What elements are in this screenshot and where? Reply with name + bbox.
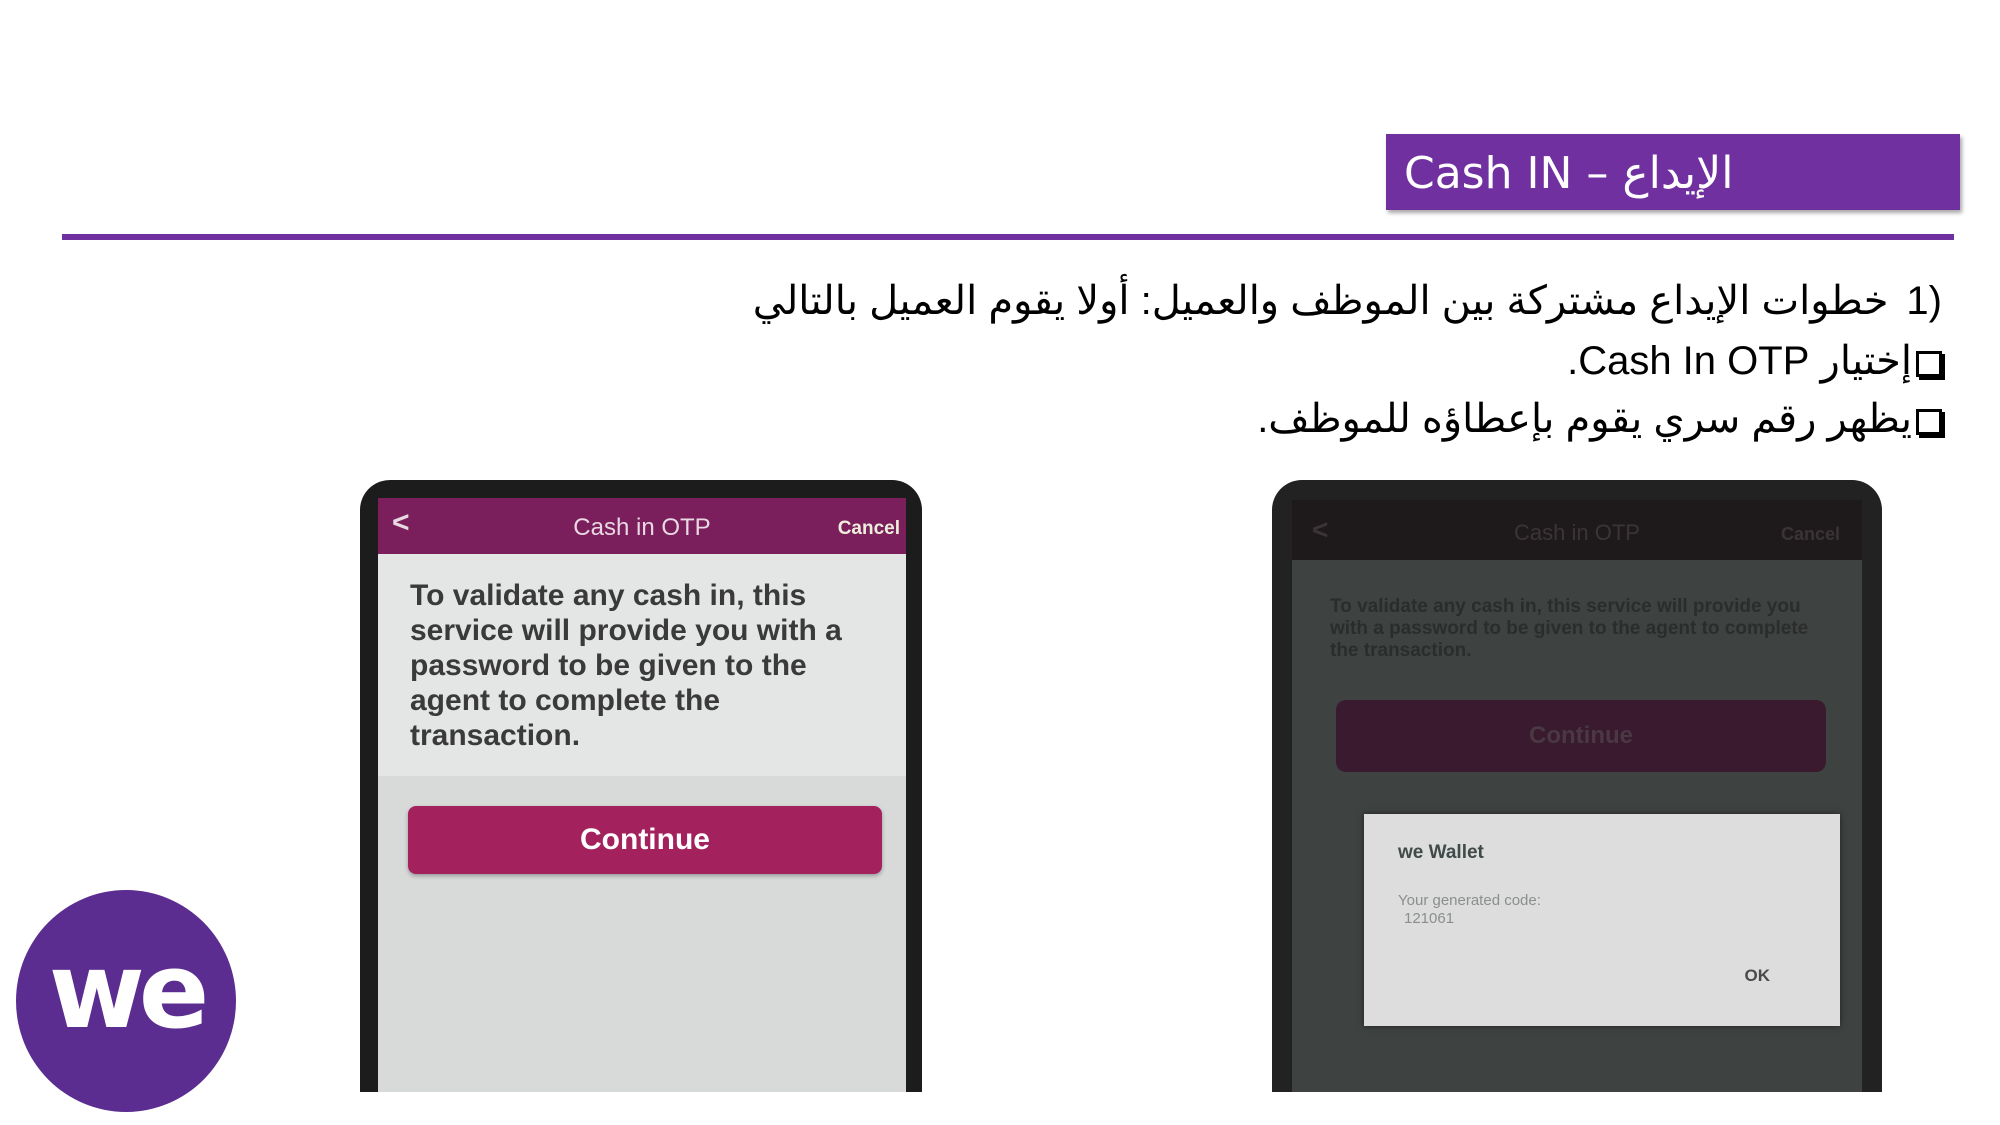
step-text: خطوات الإيداع مشتركة بين الموظف والعميل:… <box>752 279 1889 323</box>
generated-code: 121061 <box>1404 910 1455 927</box>
phone-screen-dimmed: < Cash in OTP Cancel To validate any cas… <box>1292 500 1862 1092</box>
cancel-button[interactable]: Cancel <box>1781 524 1840 545</box>
step-line: 1) خطوات الإيداع مشتركة بين الموظف والعمي… <box>753 278 1942 324</box>
slide-title: Cash IN – الإيداع <box>1404 148 1734 199</box>
dialog-title: we Wallet <box>1398 842 1484 863</box>
slide-title-banner: Cash IN – الإيداع <box>1386 134 1960 210</box>
continue-button[interactable]: Continue <box>408 806 882 874</box>
bullet-text-1: إختيار Cash In OTP. <box>1567 339 1912 383</box>
bullet-line-2: يظهر رقم سري يقوم بإعطاؤه للموظف. <box>1257 396 1942 442</box>
phone-screenshot-otp: < Cash in OTP Cancel To validate any cas… <box>360 480 922 1092</box>
we-logo: we <box>16 890 236 1112</box>
divider-rule <box>62 234 1954 240</box>
otp-info-message: To validate any cash in, this service wi… <box>410 579 842 752</box>
phone-screenshot-code: < Cash in OTP Cancel To validate any cas… <box>1272 480 1882 1092</box>
app-header-bar: < Cash in OTP Cancel <box>1292 500 1862 560</box>
checkbox-bullet-icon <box>1916 351 1942 377</box>
otp-info-message: To validate any cash in, this service wi… <box>1330 596 1809 661</box>
bullet-line-1: إختيار Cash In OTP. <box>1567 338 1942 384</box>
ok-button[interactable]: OK <box>1745 966 1771 986</box>
bullet-text-2: يظهر رقم سري يقوم بإعطاؤه للموظف. <box>1257 397 1912 441</box>
checkbox-bullet-icon <box>1916 409 1942 435</box>
dialog-label: Your generated code: <box>1398 892 1541 909</box>
phone-screen: < Cash in OTP Cancel To validate any cas… <box>378 498 906 1092</box>
app-header-bar: < Cash in OTP Cancel <box>378 498 906 554</box>
generated-code-dialog: we Wallet Your generated code: 121061 OK <box>1364 814 1840 1026</box>
continue-button[interactable]: Continue <box>1336 700 1826 772</box>
cancel-button[interactable]: Cancel <box>838 518 900 540</box>
logo-text: we <box>48 930 210 1052</box>
header-title: Cash in OTP <box>573 514 711 541</box>
step-number: 1) <box>1906 279 1942 323</box>
header-title: Cash in OTP <box>1514 520 1640 545</box>
